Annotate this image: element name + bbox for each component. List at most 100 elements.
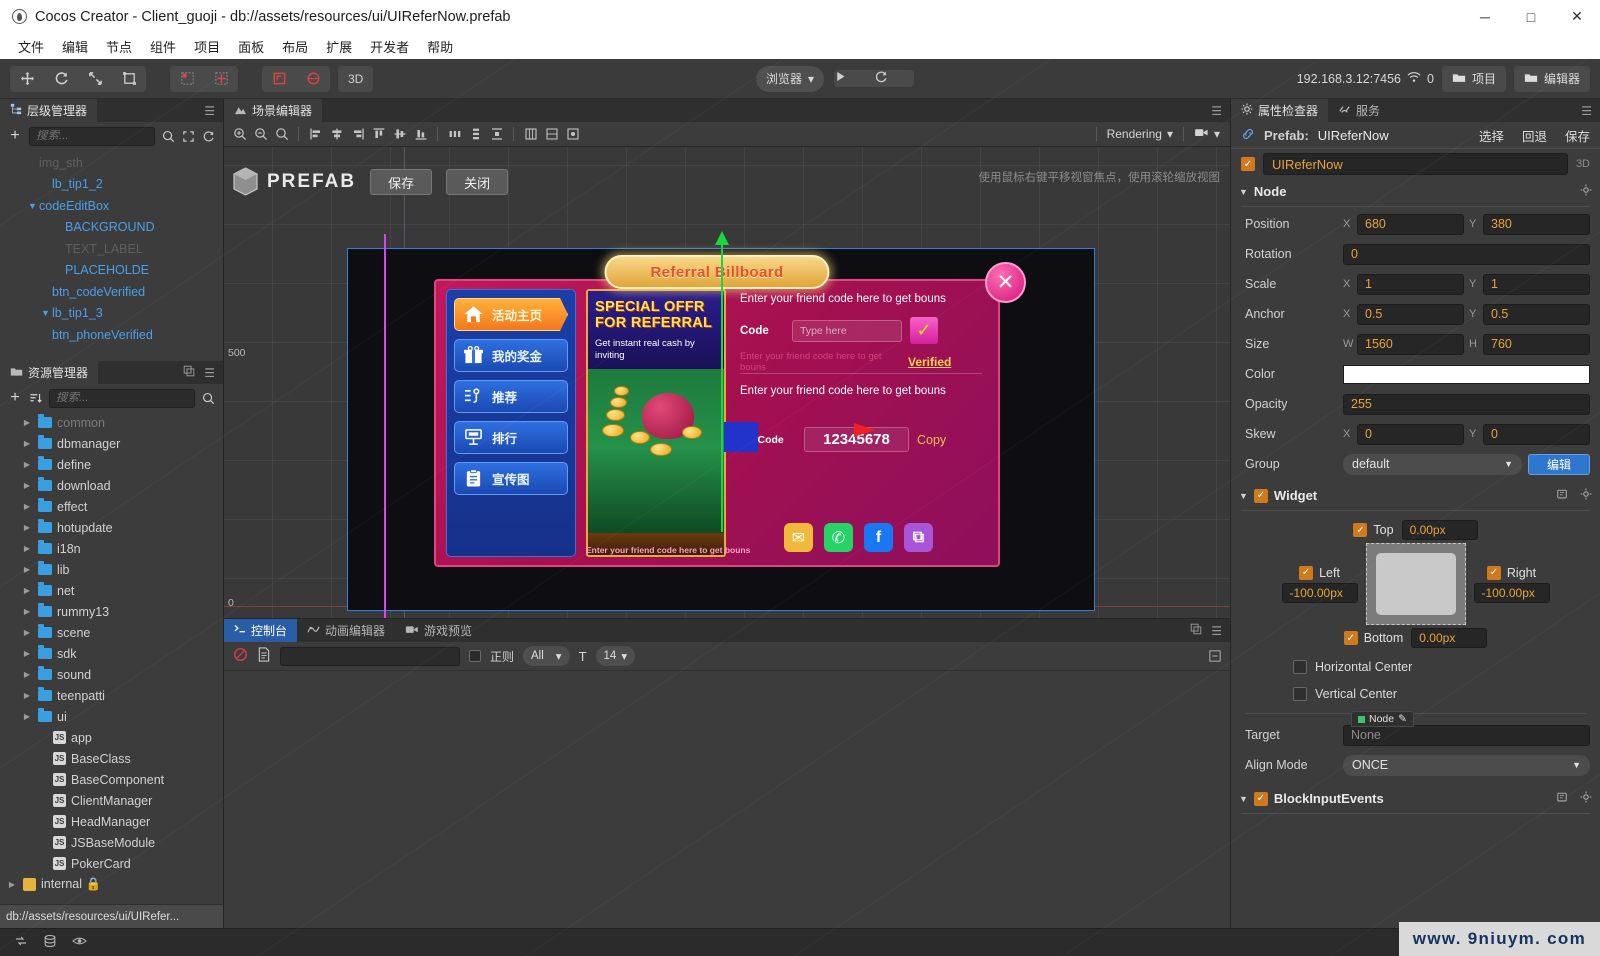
- whatsapp-icon[interactable]: ✆: [824, 523, 853, 552]
- block-input-enabled-checkbox[interactable]: ✓: [1253, 791, 1268, 806]
- dimension-toggle[interactable]: 3D: [338, 65, 374, 92]
- chevron-right-icon[interactable]: ▶: [21, 586, 33, 595]
- move-tool-icon[interactable]: [10, 66, 44, 92]
- log-level-dropdown[interactable]: All ▾: [523, 646, 570, 666]
- chevron-right-icon[interactable]: ▶: [21, 523, 33, 532]
- chevron-right-icon[interactable]: ▶: [21, 565, 33, 574]
- asset-item[interactable]: ▶ internal 🔒: [0, 874, 223, 895]
- tree-node[interactable]: ▼ codeEditBox: [0, 195, 223, 217]
- align-left-icon[interactable]: [306, 125, 325, 144]
- distribute-v-icon[interactable]: [466, 125, 485, 144]
- size-width-input[interactable]: 1560: [1357, 333, 1464, 355]
- chevron-right-icon[interactable]: ▶: [21, 607, 33, 616]
- widget-right-input[interactable]: -100.00px: [1473, 582, 1550, 603]
- console-duplicate-icon[interactable]: [1190, 623, 1202, 638]
- position-x-input[interactable]: 680: [1357, 213, 1464, 235]
- regex-checkbox[interactable]: [469, 650, 481, 662]
- chevron-down-icon[interactable]: ▼: [1239, 187, 1248, 197]
- expand-all-icon[interactable]: [182, 130, 195, 143]
- widget-section-header[interactable]: ▼ ✓ Widget: [1231, 483, 1600, 508]
- group-dropdown[interactable]: default ▼: [1343, 453, 1522, 475]
- asset-item[interactable]: JS BaseComponent: [0, 769, 223, 790]
- open-project-folder-button[interactable]: 项目: [1441, 65, 1506, 92]
- chevron-right-icon[interactable]: ▶: [21, 460, 33, 469]
- opacity-input[interactable]: 255: [1343, 393, 1590, 415]
- menu-item-panel[interactable]: 面板: [230, 34, 272, 59]
- widget-top-input[interactable]: 0.00px: [1401, 520, 1478, 540]
- sync-icon[interactable]: [14, 934, 28, 951]
- pivot-tool-icon[interactable]: [204, 66, 238, 92]
- horizontal-center-checkbox[interactable]: [1293, 659, 1307, 674]
- refresh-icon[interactable]: [202, 130, 215, 143]
- widget-left-input[interactable]: -100.00px: [1281, 582, 1358, 603]
- chevron-right-icon[interactable]: ▶: [21, 481, 33, 490]
- widget-bottom-checkbox[interactable]: ✓: [1343, 631, 1358, 645]
- console-menu-icon[interactable]: ☰: [1211, 624, 1222, 638]
- zoom-in-icon[interactable]: [230, 125, 249, 144]
- assets-search-input[interactable]: [56, 392, 188, 404]
- gear-icon[interactable]: [1580, 184, 1592, 199]
- duplicate-panel-icon[interactable]: [183, 365, 195, 380]
- facebook-icon[interactable]: f: [864, 523, 893, 552]
- align-mode-dropdown[interactable]: ONCE ▼: [1343, 754, 1590, 776]
- asset-item[interactable]: ▶ effect: [0, 496, 223, 517]
- code-input[interactable]: Type here: [792, 319, 902, 342]
- menu-item-developer[interactable]: 开发者: [362, 34, 417, 59]
- anchor-x-input[interactable]: 0.5: [1357, 303, 1464, 325]
- asset-item[interactable]: ▶ download: [0, 475, 223, 496]
- asset-item[interactable]: ▶ scene: [0, 622, 223, 643]
- tab-scene-editor[interactable]: 场景编辑器: [224, 99, 323, 122]
- console-collapse-icon[interactable]: [1209, 650, 1221, 662]
- asset-item[interactable]: ▶ lib: [0, 559, 223, 580]
- tree-node[interactable]: img_sth: [0, 152, 223, 174]
- asset-item[interactable]: ▶ dbmanager: [0, 433, 223, 454]
- widget-right-checkbox-group[interactable]: ✓ Right: [1486, 565, 1536, 580]
- asset-item[interactable]: JS BaseClass: [0, 748, 223, 769]
- database-icon[interactable]: [43, 934, 57, 951]
- chevron-right-icon[interactable]: ▶: [21, 691, 33, 700]
- chevron-right-icon[interactable]: ▶: [21, 649, 33, 658]
- export-log-icon[interactable]: [257, 647, 271, 665]
- widget-left-checkbox-group[interactable]: ✓ Left: [1299, 565, 1340, 580]
- help-icon[interactable]: [1556, 791, 1568, 806]
- hierarchy-menu-icon[interactable]: ☰: [204, 104, 215, 118]
- game-menu-item-rank[interactable]: 排行: [454, 421, 568, 454]
- chevron-down-icon[interactable]: ▼: [39, 308, 52, 318]
- widget-vertical-center-row[interactable]: Vertical Center: [1231, 680, 1600, 707]
- copy-button[interactable]: Copy: [917, 433, 946, 447]
- chevron-right-icon[interactable]: ▶: [21, 544, 33, 553]
- node-name-input[interactable]: UIReferNow: [1263, 153, 1568, 175]
- hierarchy-tree[interactable]: img_sth lb_tip1_2 ▼ codeEditBox BACKGROUN…: [0, 150, 223, 361]
- chevron-down-icon[interactable]: ▼: [1239, 794, 1248, 804]
- scale-x-input[interactable]: 1: [1357, 273, 1464, 295]
- clear-console-icon[interactable]: [233, 647, 248, 665]
- local-coord-tool-icon[interactable]: [262, 66, 296, 92]
- tab-hierarchy[interactable]: 层级管理器: [0, 99, 98, 122]
- eye-icon[interactable]: [72, 935, 87, 950]
- asset-item[interactable]: ▶ common: [0, 412, 223, 433]
- assets-tree[interactable]: ▶ common ▶ dbmanager ▶ define ▶ download ▶ effect…: [0, 412, 223, 904]
- game-menu-item-referral[interactable]: 推荐: [454, 380, 568, 413]
- assets-search-box[interactable]: [49, 388, 195, 408]
- preview-target-dropdown[interactable]: 浏览器 ▾: [756, 65, 825, 92]
- asset-item[interactable]: ▶ sdk: [0, 643, 223, 664]
- asset-item[interactable]: ▶ sound: [0, 664, 223, 685]
- prefab-select-action[interactable]: 选择: [1479, 126, 1504, 145]
- chevron-right-icon[interactable]: ▶: [21, 439, 33, 448]
- rendering-mode-label[interactable]: Rendering: [1107, 127, 1162, 141]
- asset-item[interactable]: JS JSBaseModule: [0, 832, 223, 853]
- rect-tool-icon[interactable]: [112, 66, 146, 92]
- widget-right-checkbox[interactable]: ✓: [1486, 565, 1501, 580]
- grid-snap-icon[interactable]: [521, 125, 540, 144]
- inspector-menu-icon[interactable]: ☰: [1581, 104, 1592, 118]
- gear-icon[interactable]: [1580, 791, 1592, 806]
- asset-item[interactable]: JS HeadManager: [0, 811, 223, 832]
- asset-item[interactable]: ▶ ui: [0, 706, 223, 727]
- tab-inspector[interactable]: 属性检查器: [1231, 99, 1329, 122]
- widget-enabled-checkbox[interactable]: ✓: [1253, 488, 1268, 503]
- prefab-close-button[interactable]: 关闭: [446, 169, 509, 195]
- verified-badge[interactable]: Verified: [908, 355, 951, 369]
- widget-top-checkbox[interactable]: ✓: [1353, 523, 1368, 537]
- rotation-input[interactable]: 0: [1343, 243, 1590, 265]
- hierarchy-search-box[interactable]: [29, 126, 155, 146]
